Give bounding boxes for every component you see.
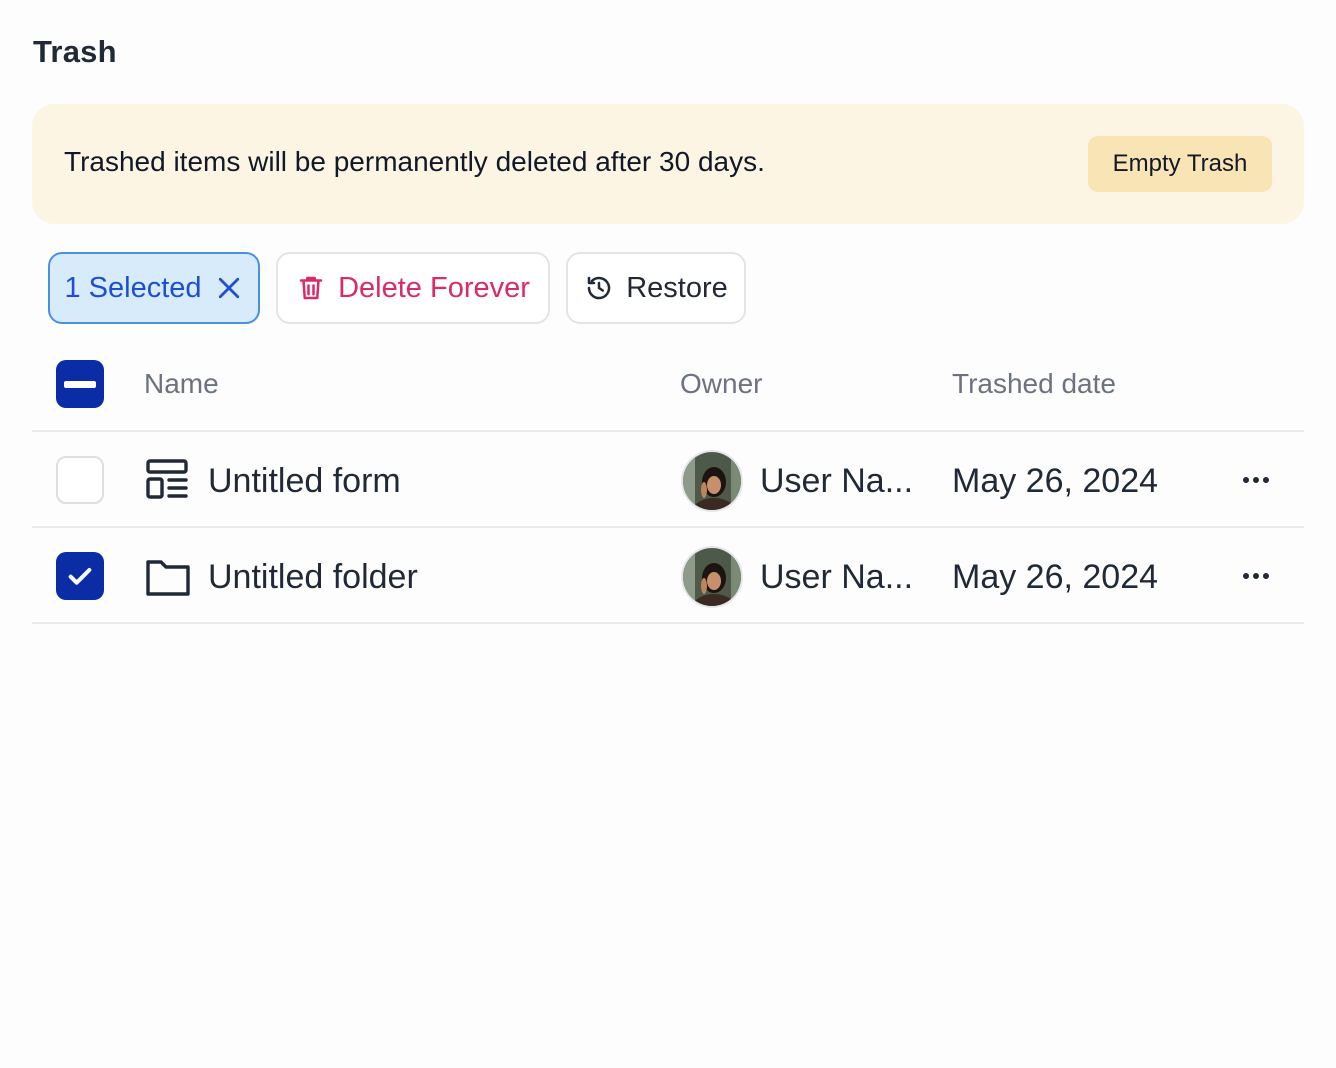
selection-count-label: 1 Selected	[64, 271, 202, 304]
trashed-date: May 26, 2024	[952, 462, 1159, 500]
table-header: Name Owner Trashed date	[32, 336, 1304, 432]
owner-name: User Na...	[760, 462, 914, 500]
folder-icon	[144, 554, 192, 598]
trashed-date: May 26, 2024	[952, 558, 1159, 596]
selection-chip[interactable]: 1 Selected	[48, 252, 260, 324]
more-options-icon[interactable]	[1236, 558, 1276, 594]
banner-message: Trashed items will be permanently delete…	[64, 146, 765, 177]
owner-name: User Na...	[760, 558, 914, 596]
item-name[interactable]: Untitled form	[208, 462, 401, 501]
item-name[interactable]: Untitled folder	[208, 558, 418, 597]
avatar	[681, 546, 743, 608]
history-icon	[584, 273, 614, 303]
table-row[interactable]: Untitled folder User Na... May 26, 2024	[32, 528, 1304, 624]
trash-icon	[296, 273, 326, 303]
column-header-owner[interactable]: Owner	[680, 368, 762, 400]
clear-selection-icon[interactable]	[214, 273, 244, 303]
restore-button[interactable]: Restore	[566, 252, 746, 324]
row-checkbox[interactable]	[56, 552, 104, 600]
form-icon	[144, 458, 192, 502]
column-header-trashed-date[interactable]: Trashed date	[952, 368, 1116, 400]
checkmark-icon	[68, 568, 92, 585]
empty-trash-button[interactable]: Empty Trash	[1088, 136, 1272, 192]
select-all-checkbox[interactable]	[56, 360, 104, 408]
delete-forever-button[interactable]: Delete Forever	[276, 252, 550, 324]
delete-forever-label: Delete Forever	[338, 271, 530, 304]
table-row[interactable]: Untitled form User Na... May 26, 2024	[32, 432, 1304, 528]
page-title: Trash	[33, 34, 117, 69]
column-header-name[interactable]: Name	[144, 368, 219, 400]
trash-page: Trash Trashed items will be permanently …	[0, 0, 1336, 1068]
retention-banner: Trashed items will be permanently delete…	[32, 104, 1304, 224]
indeterminate-icon	[64, 380, 96, 388]
trash-table: Name Owner Trashed date Untitled form Us…	[32, 336, 1304, 624]
restore-label: Restore	[626, 271, 728, 304]
avatar	[681, 450, 743, 512]
more-options-icon[interactable]	[1236, 462, 1276, 498]
row-checkbox[interactable]	[56, 456, 104, 504]
